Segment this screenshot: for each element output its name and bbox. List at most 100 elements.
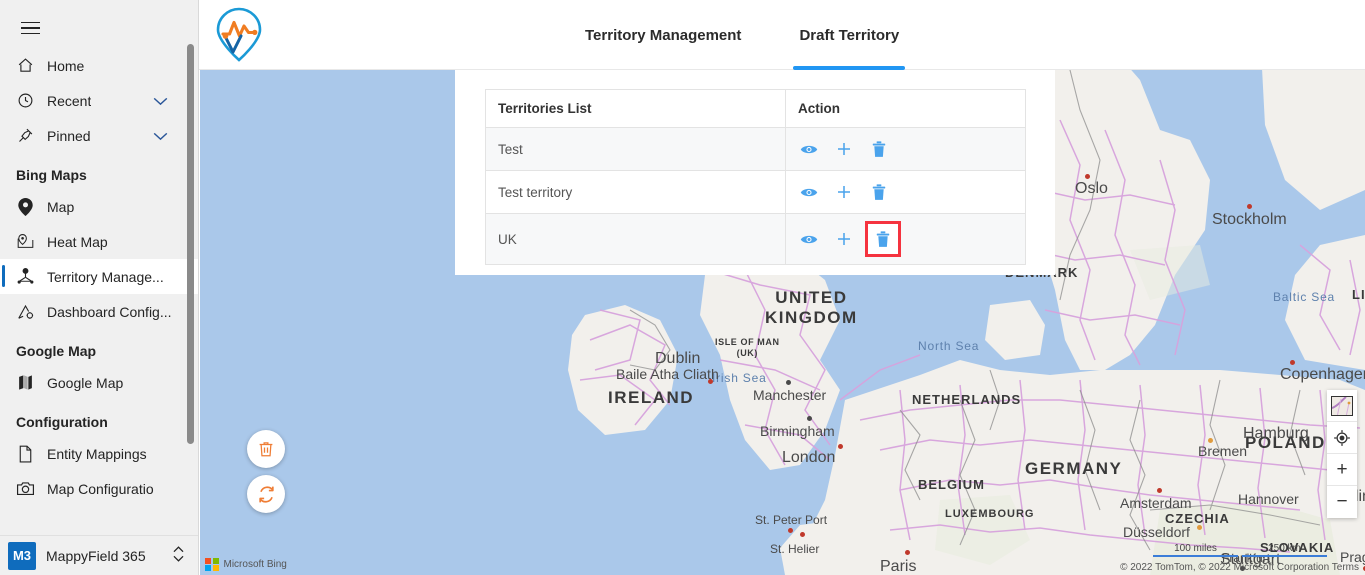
sidebar-item-territory-management[interactable]: Territory Manage... (0, 259, 198, 294)
chevron-down-icon[interactable] (153, 128, 168, 144)
territory-name: Test (485, 127, 786, 171)
city-dot (786, 380, 791, 385)
sidebar-item-label: Recent (47, 92, 92, 109)
delete-icon[interactable] (868, 181, 890, 203)
heat-map-icon (14, 232, 36, 252)
header-tabs: Territory Management Draft Territory (579, 0, 905, 70)
view-icon[interactable] (798, 138, 820, 160)
up-down-chevron-icon[interactable] (172, 544, 185, 567)
sidebar-item-recent[interactable]: Recent (0, 83, 198, 118)
microsoft-squares-icon (205, 557, 219, 571)
sidebar-item-label: Map Configuratio (47, 480, 154, 497)
sidebar-group-title-configuration: Configuration (16, 414, 108, 430)
delete-territory-fab[interactable] (247, 430, 285, 468)
map-attribution[interactable]: © 2022 TomTom, © 2022 Microsoft Corporat… (1120, 562, 1359, 573)
sidebar-item-map[interactable]: Map (0, 189, 198, 224)
territory-icon (14, 267, 36, 287)
mappyfield-pin-logo (211, 6, 267, 64)
city-dot (1247, 204, 1252, 209)
sidebar-group-title-bing-maps: Bing Maps (16, 167, 87, 183)
clock-icon (14, 91, 36, 111)
ms-square-red (205, 557, 211, 564)
chevron-down-icon[interactable] (153, 93, 168, 109)
territories-table: Territories List Action Test Test territ… (485, 89, 1026, 265)
map-scale-bar: 100 miles 250 km (1153, 543, 1327, 557)
sidebar-footer-app-switcher[interactable]: M3 MappyField 365 (0, 535, 198, 575)
add-icon[interactable] (833, 228, 855, 250)
pin-icon (14, 126, 36, 146)
sidebar-item-google-map[interactable]: Google Map (0, 365, 198, 400)
sidebar-item-entity-mappings[interactable]: Entity Mappings (0, 436, 198, 471)
sidebar-item-home[interactable]: Home (0, 48, 198, 83)
app-badge: M3 (8, 541, 36, 570)
table-row[interactable]: Test (485, 127, 1026, 171)
territory-name: Test territory (485, 170, 786, 214)
zoom-out-button[interactable]: − (1327, 486, 1357, 518)
delete-icon-highlighted[interactable] (865, 221, 901, 257)
scale-miles-bar (1153, 555, 1238, 557)
territories-panel: Territories List Action Test Test territ… (455, 70, 1055, 275)
sidebar-item-label: Heat Map (47, 233, 108, 250)
sidebar-item-map-configuration[interactable]: Map Configuratio (0, 471, 198, 506)
add-icon[interactable] (833, 138, 855, 160)
delete-icon[interactable] (868, 138, 890, 160)
bing-logo-text: Microsoft Bing (223, 558, 287, 570)
row-actions (785, 213, 1026, 265)
table-head: Territories List Action (485, 89, 1026, 128)
view-icon[interactable] (798, 181, 820, 203)
city-dot (1208, 438, 1213, 443)
sidebar-item-dashboard-config[interactable]: Dashboard Config... (0, 294, 198, 329)
sidebar-item-label: Territory Manage... (47, 268, 164, 285)
camera-gear-icon (14, 479, 36, 499)
locate-me-button[interactable] (1327, 422, 1357, 454)
view-icon[interactable] (798, 228, 820, 250)
sidebar-scroll-area: Home Recent Pinned Bing Maps Map Heat Ma… (0, 48, 198, 568)
row-actions (785, 127, 1026, 171)
city-dot (1290, 360, 1295, 365)
city-dot (905, 550, 910, 555)
ms-square-yellow (212, 565, 219, 571)
map-book-icon (14, 373, 36, 393)
add-icon[interactable] (833, 181, 855, 203)
document-icon (14, 444, 36, 464)
action-group (798, 221, 1025, 257)
scale-km-label: 250 km (1268, 543, 1301, 554)
sidebar-item-label: Entity Mappings (47, 445, 147, 462)
dashboard-config-icon (14, 302, 36, 322)
city-dot (838, 444, 843, 449)
table-row[interactable]: UK (485, 213, 1026, 265)
city-dot (788, 528, 793, 533)
hamburger-menu-icon[interactable] (6, 8, 54, 48)
sidebar-item-label: Google Map (47, 374, 124, 391)
home-icon (14, 56, 36, 76)
refresh-territory-fab[interactable] (247, 475, 285, 513)
map-controls: + − (1327, 390, 1357, 518)
city-dot (1197, 525, 1202, 530)
hamburger-bar (20, 21, 40, 24)
column-header-action: Action (785, 89, 1026, 128)
ms-square-blue (205, 565, 211, 571)
table-row[interactable]: Test territory (485, 170, 1026, 214)
zoom-in-button[interactable]: + (1327, 454, 1357, 486)
action-group (798, 138, 1025, 160)
sidebar-item-label: Pinned (47, 127, 91, 144)
map-style-thumbnail-button[interactable] (1327, 390, 1357, 422)
scale-miles: 100 miles (1153, 543, 1238, 557)
sidebar-scrollbar[interactable] (187, 44, 194, 444)
row-actions (785, 170, 1026, 214)
city-dot (1157, 488, 1162, 493)
sidebar-group-title-google-map: Google Map (16, 343, 97, 359)
table-body: Test Test territory UK (485, 127, 1026, 265)
scale-km: 250 km (1242, 543, 1327, 557)
zoom-out-label: − (1336, 491, 1348, 512)
tab-label: Draft Territory (799, 26, 900, 44)
tab-draft-territory[interactable]: Draft Territory (793, 0, 905, 70)
scale-km-bar (1242, 555, 1327, 557)
column-header-territories-list: Territories List (485, 89, 786, 128)
app-name: MappyField 365 (46, 547, 146, 564)
sidebar-item-pinned[interactable]: Pinned (0, 118, 198, 153)
sidebar-item-heat-map[interactable]: Heat Map (0, 224, 198, 259)
tab-territory-management[interactable]: Territory Management (579, 0, 747, 70)
sidebar: Home Recent Pinned Bing Maps Map Heat Ma… (0, 0, 199, 575)
city-dot (800, 532, 805, 537)
